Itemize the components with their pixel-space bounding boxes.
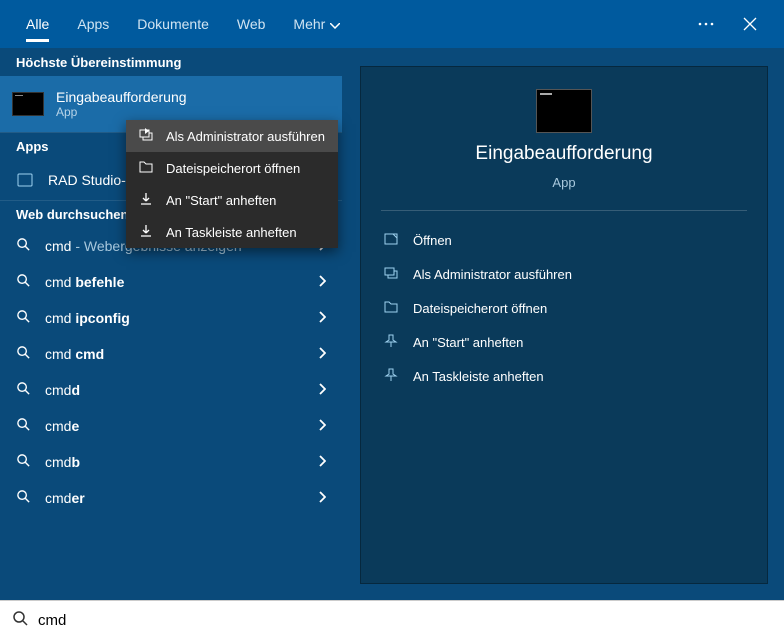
context-menu-item[interactable]: An "Start" anheften bbox=[126, 184, 338, 216]
details-type: App bbox=[552, 175, 575, 190]
web-result[interactable]: cmder bbox=[0, 480, 342, 516]
search-icon bbox=[16, 453, 31, 471]
chevron-down-icon bbox=[330, 16, 340, 32]
tab-all[interactable]: Alle bbox=[12, 0, 63, 48]
search-icon bbox=[16, 237, 31, 255]
action-icon bbox=[383, 265, 399, 284]
search-input[interactable] bbox=[38, 612, 772, 629]
search-icon bbox=[12, 610, 28, 631]
web-result[interactable]: cmd befehle bbox=[0, 264, 342, 300]
cmd-icon bbox=[12, 92, 44, 116]
web-result[interactable]: cmd ipconfig bbox=[0, 300, 342, 336]
tab-web[interactable]: Web bbox=[223, 0, 280, 48]
chevron-right-icon bbox=[318, 491, 326, 506]
context-icon bbox=[138, 223, 154, 242]
context-icon bbox=[138, 159, 154, 178]
context-menu-item[interactable]: Dateispeicherort öffnen bbox=[126, 152, 338, 184]
tab-more-label: Mehr bbox=[293, 16, 325, 32]
web-result[interactable]: cmdd bbox=[0, 372, 342, 408]
web-result[interactable]: cmd cmd bbox=[0, 336, 342, 372]
web-query-text: cmder bbox=[45, 490, 85, 506]
best-match-subtitle: App bbox=[56, 105, 187, 119]
app-icon bbox=[16, 173, 34, 187]
more-options-button[interactable] bbox=[684, 2, 728, 46]
action-item[interactable]: Dateispeicherort öffnen bbox=[379, 291, 749, 325]
search-icon bbox=[16, 309, 31, 327]
tab-apps[interactable]: Apps bbox=[63, 0, 123, 48]
action-item[interactable]: An "Start" anheften bbox=[379, 325, 749, 359]
section-best-match: Höchste Übereinstimmung bbox=[0, 48, 342, 76]
chevron-right-icon bbox=[318, 275, 326, 290]
web-result[interactable]: cmde bbox=[0, 408, 342, 444]
tab-documents[interactable]: Dokumente bbox=[123, 0, 223, 48]
web-query-text: cmde bbox=[45, 418, 79, 434]
action-item[interactable]: Als Administrator ausführen bbox=[379, 257, 749, 291]
search-window: Alle Apps Dokumente Web Mehr Höchste Übe… bbox=[0, 0, 784, 600]
action-icon bbox=[383, 299, 399, 318]
action-label: An Taskleiste anheften bbox=[413, 369, 544, 384]
action-label: An "Start" anheften bbox=[413, 335, 523, 350]
search-bar bbox=[0, 600, 784, 639]
context-label: Als Administrator ausführen bbox=[166, 129, 325, 144]
body: Höchste Übereinstimmung Eingabeaufforder… bbox=[0, 48, 784, 600]
web-query-text: cmd cmd bbox=[45, 346, 104, 362]
action-icon bbox=[383, 231, 399, 250]
context-menu-item[interactable]: An Taskleiste anheften bbox=[126, 216, 338, 248]
action-label: Öffnen bbox=[413, 233, 452, 248]
action-item[interactable]: Öffnen bbox=[379, 223, 749, 257]
app-result-label: RAD Studio-... bbox=[48, 172, 137, 188]
context-label: Dateispeicherort öffnen bbox=[166, 161, 300, 176]
details-panel: Eingabeaufforderung App Öffnen Als Admini… bbox=[360, 66, 768, 584]
action-label: Dateispeicherort öffnen bbox=[413, 301, 547, 316]
tab-more[interactable]: Mehr bbox=[279, 0, 354, 48]
search-icon bbox=[16, 273, 31, 291]
search-icon bbox=[16, 381, 31, 399]
web-query-text: cmdd bbox=[45, 382, 80, 398]
context-menu-item[interactable]: Als Administrator ausführen bbox=[126, 120, 338, 152]
chevron-right-icon bbox=[318, 419, 326, 434]
action-item[interactable]: An Taskleiste anheften bbox=[379, 359, 749, 393]
web-result[interactable]: cmdb bbox=[0, 444, 342, 480]
details-app-icon bbox=[536, 89, 592, 133]
action-icon bbox=[383, 367, 399, 386]
action-label: Als Administrator ausführen bbox=[413, 267, 572, 282]
context-icon bbox=[138, 127, 154, 146]
details-title: Eingabeaufforderung bbox=[475, 143, 652, 165]
chevron-right-icon bbox=[318, 455, 326, 470]
web-query-text: cmd befehle bbox=[45, 274, 124, 290]
close-button[interactable] bbox=[728, 2, 772, 46]
web-query-text: cmd ipconfig bbox=[45, 310, 130, 326]
tab-bar: Alle Apps Dokumente Web Mehr bbox=[0, 0, 784, 48]
web-query-text: cmdb bbox=[45, 454, 80, 470]
context-icon bbox=[138, 191, 154, 210]
action-icon bbox=[383, 333, 399, 352]
context-label: An "Start" anheften bbox=[166, 193, 276, 208]
chevron-right-icon bbox=[318, 347, 326, 362]
search-icon bbox=[16, 417, 31, 435]
chevron-right-icon bbox=[318, 311, 326, 326]
search-icon bbox=[16, 489, 31, 507]
context-label: An Taskleiste anheften bbox=[166, 225, 297, 240]
search-icon bbox=[16, 345, 31, 363]
context-menu: Als Administrator ausführen Dateispeicher… bbox=[126, 120, 338, 248]
best-match-title: Eingabeaufforderung bbox=[56, 89, 187, 105]
chevron-right-icon bbox=[318, 383, 326, 398]
